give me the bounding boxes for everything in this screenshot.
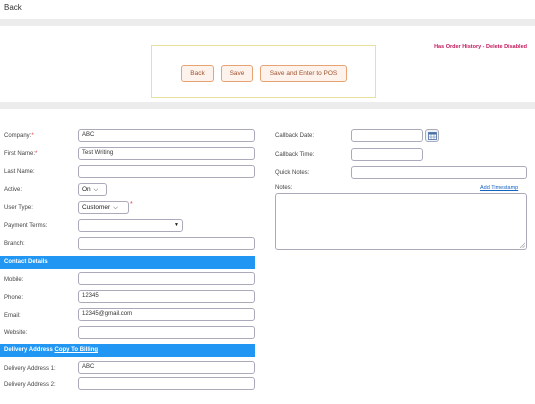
back-button[interactable]: Back <box>181 65 214 82</box>
back-link[interactable]: Back <box>4 3 22 12</box>
website-label: Website: <box>4 330 28 336</box>
user-type-required-marker: * <box>130 201 133 208</box>
active-select[interactable]: On ⌵ <box>78 183 107 196</box>
dropdown-arrow-icon: ▼ <box>174 222 179 228</box>
company-input[interactable]: ABC <box>78 129 255 142</box>
company-label: Company:* <box>4 133 34 139</box>
first-name-input[interactable]: Test Writing <box>78 147 255 160</box>
payment-terms-select[interactable]: ▼ <box>78 219 183 232</box>
callback-time-input[interactable] <box>351 148 423 161</box>
order-history-warning: Has Order History - Delete Disabled <box>434 44 527 50</box>
calendar-icon[interactable] <box>425 129 439 142</box>
callback-date-input[interactable] <box>351 129 423 142</box>
mobile-input[interactable] <box>78 272 255 285</box>
resize-grip-icon[interactable] <box>519 242 525 248</box>
branch-input[interactable] <box>78 237 255 250</box>
website-input[interactable] <box>78 326 255 339</box>
header-divider <box>0 19 535 26</box>
branch-label: Branch: <box>4 241 25 247</box>
user-type-select[interactable]: Customer ⌵ <box>78 201 129 214</box>
delivery-address-2-label: Delivery Address 2: <box>4 382 56 388</box>
active-label: Active: <box>4 187 23 193</box>
save-and-enter-pos-button[interactable]: Save and Enter to POS <box>260 65 347 82</box>
chevron-down-icon: ⌵ <box>93 187 99 193</box>
first-name-label: First Name:* <box>4 151 38 157</box>
last-name-label: Last Name: <box>4 169 35 175</box>
delivery-address-1-label: Delivery Address 1: <box>4 366 56 372</box>
delivery-address-1-input[interactable]: ABC <box>78 361 255 374</box>
mobile-label: Mobile: <box>4 277 24 283</box>
section-divider <box>0 102 535 109</box>
email-input[interactable]: 12345@gmail.com <box>78 308 255 321</box>
delivery-address-header: Delivery Address Copy To Billing <box>0 344 255 357</box>
quick-notes-label: Quick Notes: <box>275 170 310 176</box>
action-button-panel: Back Save Save and Enter to POS <box>151 45 376 98</box>
notes-label: Notes: <box>275 185 293 191</box>
copy-to-billing-link[interactable]: Copy To Billing <box>54 347 98 353</box>
callback-date-label: Callback Date: <box>275 133 315 139</box>
payment-terms-label: Payment Terms: <box>4 223 48 229</box>
add-timestamp-link[interactable]: Add Timestamp <box>480 185 518 191</box>
phone-label: Phone: <box>4 295 24 301</box>
notes-textarea[interactable] <box>275 193 527 250</box>
last-name-input[interactable] <box>78 165 255 178</box>
quick-notes-input[interactable] <box>351 166 527 179</box>
email-label: Email: <box>4 313 21 319</box>
phone-input[interactable]: 12345 <box>78 290 255 303</box>
user-type-label: User Type: <box>4 205 33 211</box>
chevron-down-icon: ⌵ <box>113 205 118 211</box>
save-button[interactable]: Save <box>221 65 253 82</box>
callback-time-label: Callback Time: <box>275 152 315 158</box>
delivery-address-2-input[interactable] <box>78 377 255 390</box>
contact-details-header: Contact Details <box>0 256 255 269</box>
